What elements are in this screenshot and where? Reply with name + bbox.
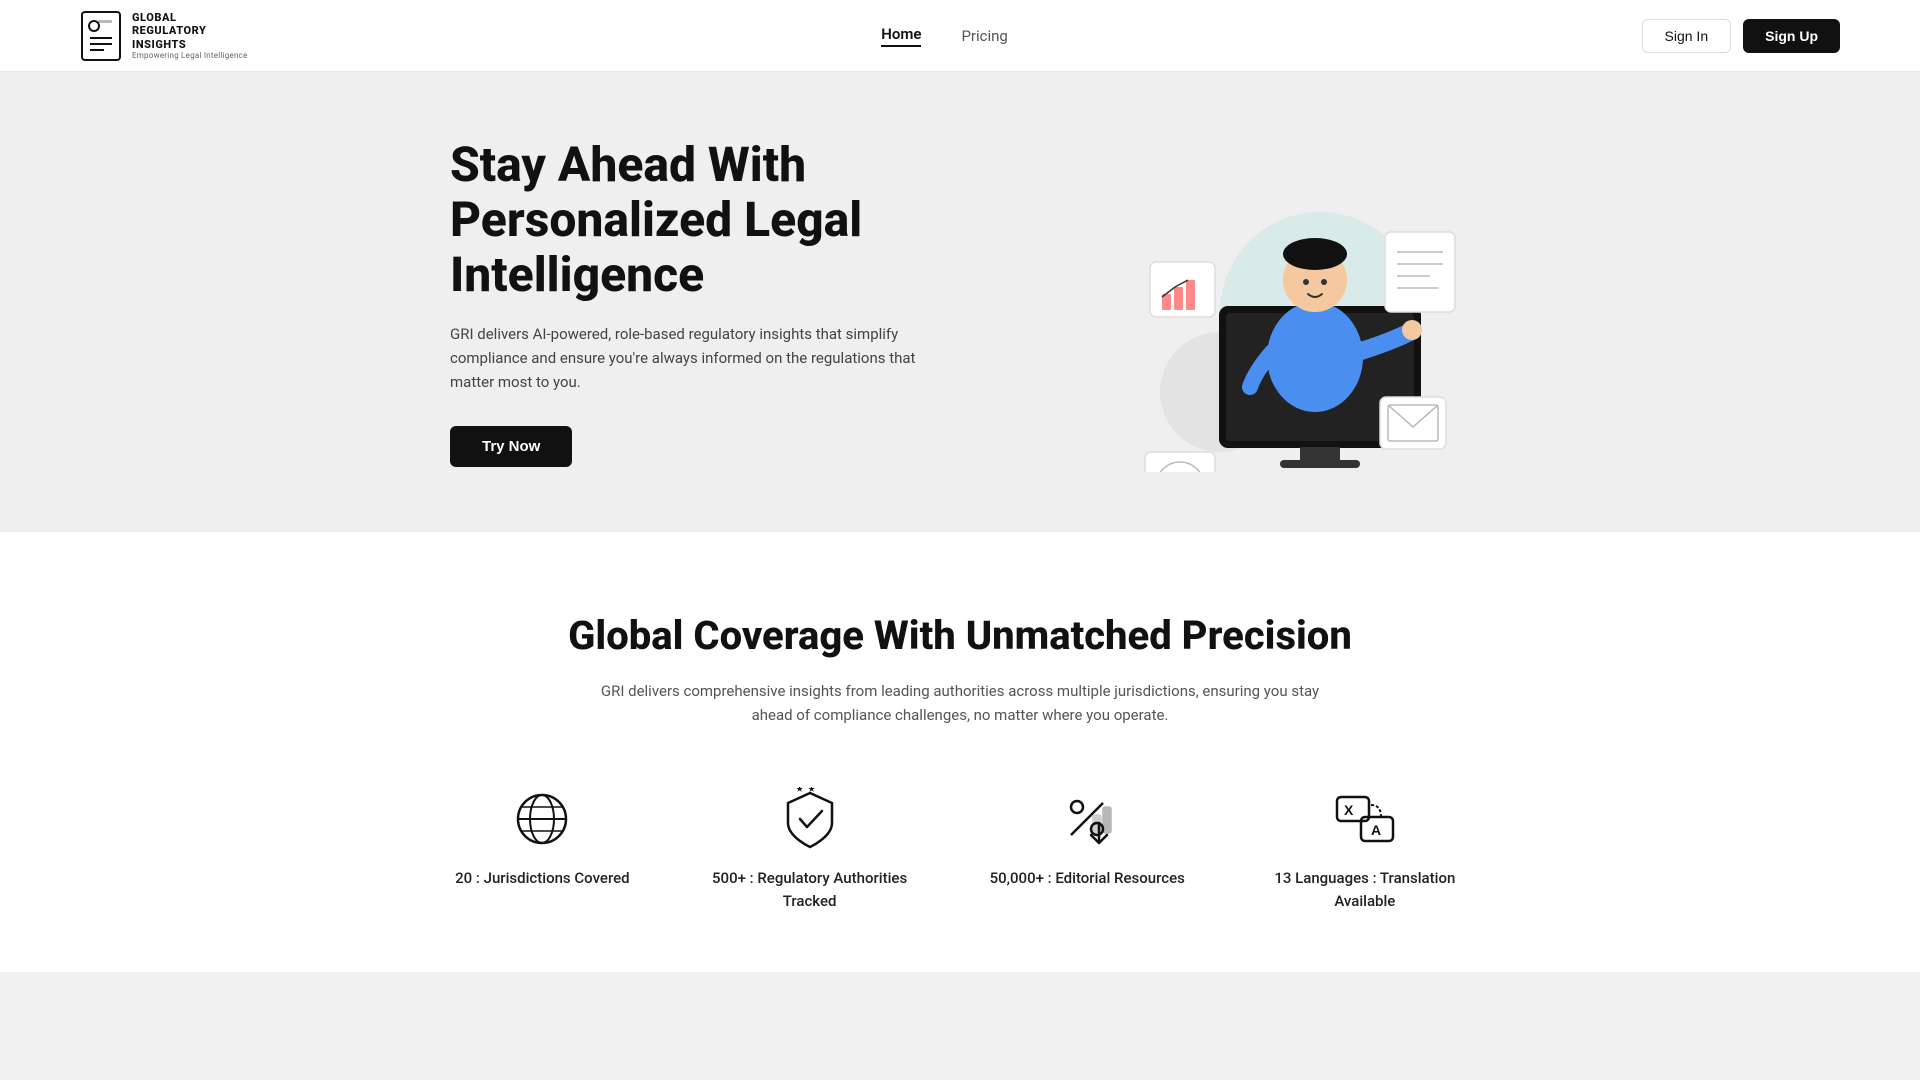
brand-name: GLOBAL REGULATORY INSIGHTS [132,11,248,51]
logo-icon [80,10,122,62]
logo: GLOBAL REGULATORY INSIGHTS Empowering Le… [80,10,248,62]
signup-button[interactable]: Sign Up [1743,19,1840,53]
logo-text: GLOBAL REGULATORY INSIGHTS Empowering Le… [132,11,248,60]
try-now-button[interactable]: Try Now [450,426,572,467]
hero-title: Stay Ahead With Personalized Legal Intel… [450,137,1010,303]
translation-icon: X A [1333,787,1397,851]
features-grid: 20 : Jurisdictions Covered 500+ : Regula… [80,787,1840,912]
feature-languages: X A 13 Languages : Translation Available [1265,787,1465,912]
features-title: Global Coverage With Unmatched Precision [80,612,1840,659]
hero-section: Stay Ahead With Personalized Legal Intel… [0,72,1920,532]
svg-text:A: A [1371,822,1381,838]
brand-tagline: Empowering Legal Intelligence [132,51,248,60]
resources-label: 50,000+ : Editorial Resources [990,867,1185,890]
features-section: Global Coverage With Unmatched Precision… [0,532,1920,972]
jurisdictions-label: 20 : Jurisdictions Covered [455,867,629,890]
languages-label: 13 Languages : Translation Available [1265,867,1465,912]
hero-illustration [1090,132,1470,472]
hero-svg [1090,132,1470,472]
nav-actions: Sign In Sign Up [1642,19,1840,53]
chart-percent-icon [1055,787,1119,851]
shield-check-icon [778,787,842,851]
hero-description: GRI delivers AI-powered, role-based regu… [450,322,930,394]
navbar: GLOBAL REGULATORY INSIGHTS Empowering Le… [0,0,1920,72]
authorities-label: 500+ : Regulatory Authorities Tracked [710,867,910,912]
feature-jurisdictions: 20 : Jurisdictions Covered [455,787,629,912]
hero-content: Stay Ahead With Personalized Legal Intel… [450,137,1010,468]
nav-links: Home Pricing [881,25,1008,47]
feature-authorities: 500+ : Regulatory Authorities Tracked [710,787,910,912]
nav-pricing[interactable]: Pricing [961,27,1007,45]
signin-button[interactable]: Sign In [1642,19,1732,53]
svg-text:X: X [1344,802,1354,818]
globe-icon [510,787,574,851]
features-description: GRI delivers comprehensive insights from… [600,679,1320,727]
nav-home[interactable]: Home [881,25,921,47]
feature-resources: 50,000+ : Editorial Resources [990,787,1185,912]
